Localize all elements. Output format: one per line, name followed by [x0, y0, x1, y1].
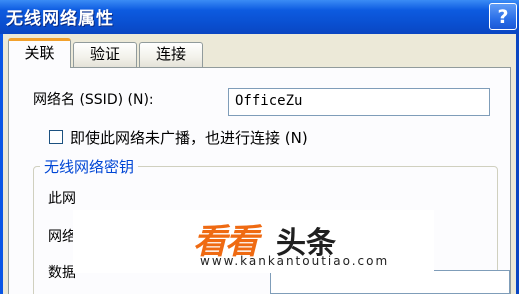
ssid-input[interactable]: OfficeZu	[228, 88, 490, 116]
ssid-label: 网络名 (SSID) (N):	[33, 92, 154, 108]
key-row2-label: 网络	[48, 229, 76, 245]
tab-association-label: 关联	[24, 44, 55, 62]
key-field-partial[interactable]	[270, 270, 510, 294]
help-button[interactable]: ?	[489, 3, 517, 30]
properties-window: 无线网络属性 ? 关联 验证 连接 网络名 (SSID) (N): Office…	[0, 0, 519, 294]
watermark-url: www.kankantoutiao.com	[200, 254, 390, 268]
key-row3-label: 数据	[48, 265, 76, 281]
tab-connection-label: 连接	[155, 45, 186, 63]
tab-association[interactable]: 关联	[8, 38, 71, 68]
window-title: 无线网络属性	[6, 9, 114, 29]
tab-authentication[interactable]: 验证	[73, 42, 137, 67]
broadcast-checkbox-label: 即使此网络未广播，也进行连接 (N)	[70, 129, 308, 147]
key-row1-label: 此网	[48, 191, 76, 207]
watermark-overlay: 看看 头条 www.kankantoutiao.com	[73, 210, 434, 273]
broadcast-checkbox[interactable]	[49, 130, 63, 144]
tab-strip: 关联 验证 连接	[3, 34, 516, 68]
tab-connection[interactable]: 连接	[139, 42, 203, 67]
title-bar[interactable]: 无线网络属性 ?	[0, 0, 519, 34]
wireless-key-group-title: 无线网络密钥	[40, 156, 139, 177]
tab-authentication-label: 验证	[89, 45, 120, 63]
